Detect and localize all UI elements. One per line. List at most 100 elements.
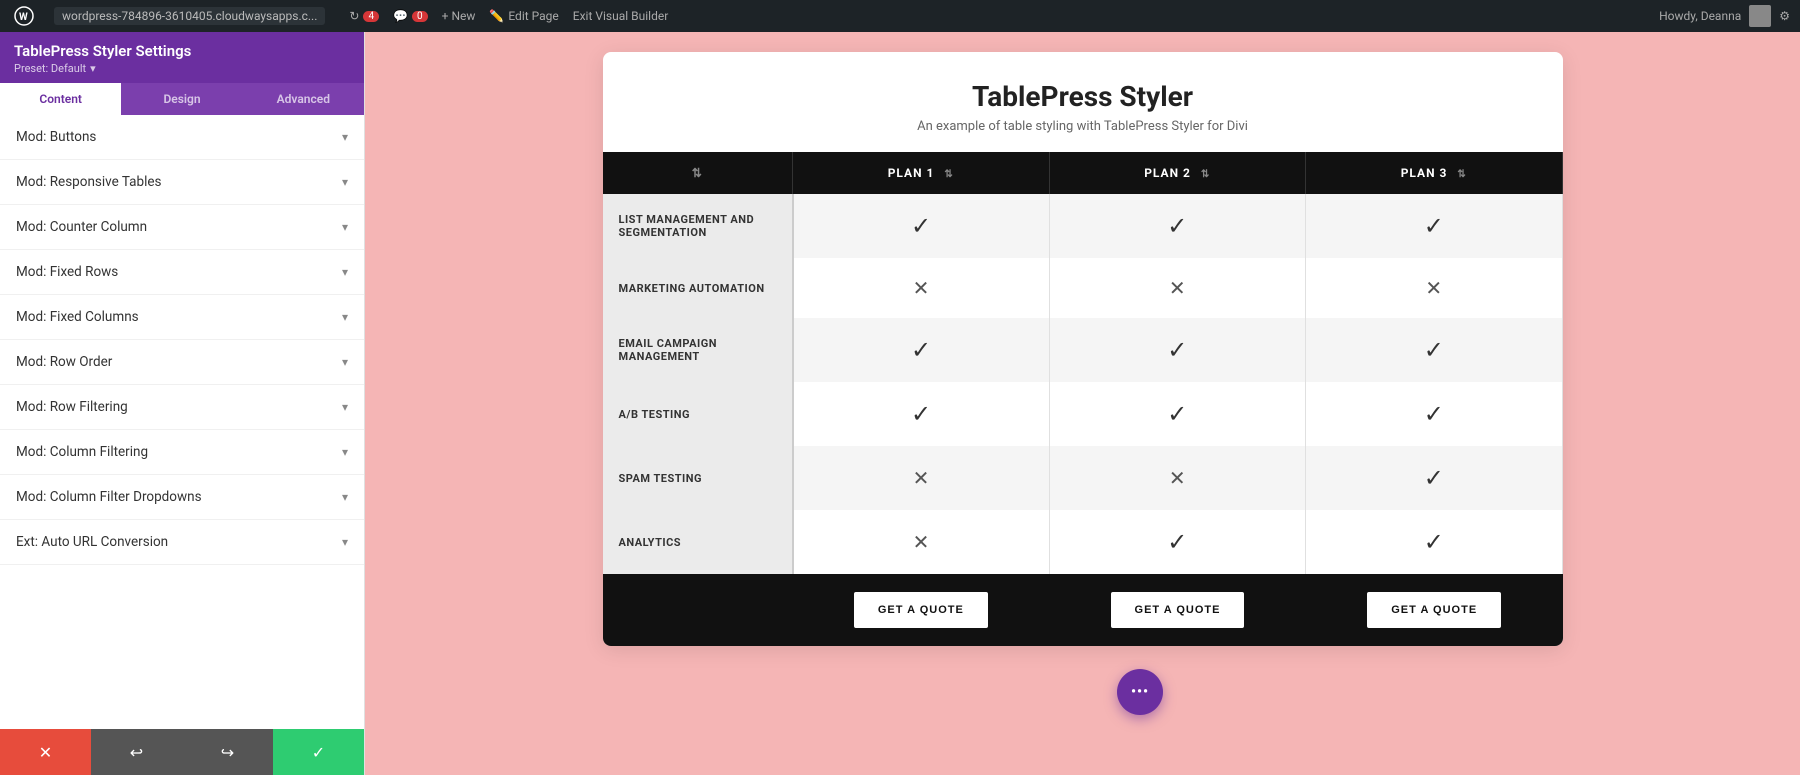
cancel-button[interactable]: ✕ [0,729,91,775]
tab-advanced[interactable]: Advanced [243,83,364,115]
check-icon: ✓ [911,336,931,364]
chevron-down-icon: ▾ [342,355,348,369]
tab-content[interactable]: Content [0,83,121,115]
plan2-cell: ✓ [1049,318,1306,382]
top-bar-actions: ↻ 4 💬 0 + New ✏️ Edit Page Exit Visual B… [349,9,668,23]
sort-icon: ⇅ [692,166,703,180]
sidebar-preset[interactable]: Preset: Default ▾ [14,62,350,75]
sort-icon: ⇅ [1457,169,1466,180]
undo-button[interactable]: ↩ [91,729,182,775]
sidebar-tabs: Content Design Advanced [0,83,364,115]
chevron-down-icon: ▾ [342,265,348,279]
col-header-plan3[interactable]: PLAN 3 ⇅ [1306,152,1563,194]
sidebar-footer: ✕ ↩ ↪ ✓ [0,729,364,775]
new-button[interactable]: + New [442,9,476,23]
col-header-feature[interactable]: ⇅ [603,152,793,194]
sidebar-item-auto-url-conversion[interactable]: Ext: Auto URL Conversion ▾ [0,520,364,565]
cross-icon: ✕ [913,530,930,554]
sidebar-item-label: Mod: Responsive Tables [16,174,162,190]
plan3-cell: ✕ [1306,258,1563,318]
check-icon: ✓ [1424,528,1444,556]
save-icon: ✓ [312,743,325,762]
check-icon: ✓ [1167,336,1187,364]
table-header-row: ⇅ PLAN 1 ⇅ PLAN 2 ⇅ PLAN 3 ⇅ [603,152,1563,194]
table-row: SPAM TESTING✕✕✓ [603,446,1563,510]
table-row: ANALYTICS ✕ ✓ ✓ [603,510,1563,574]
sidebar-title: TablePress Styler Settings [14,42,350,60]
check-icon: ✓ [911,400,931,428]
sidebar-content: Mod: Buttons ▾ Mod: Responsive Tables ▾ … [0,115,364,729]
plan1-cell: ✕ [793,446,1050,510]
edit-page-button[interactable]: ✏️ Edit Page [489,9,558,23]
preset-label: Preset: Default [14,62,86,75]
comment-icon: 💬 [393,9,408,23]
exit-builder-button[interactable]: Exit Visual Builder [573,9,669,23]
site-url[interactable]: wordpress-784896-3610405.cloudwaysapps.c… [54,7,325,25]
check-icon: ✓ [1424,464,1444,492]
table-title: TablePress Styler [623,80,1543,113]
plan3-cell: ✓ [1306,446,1563,510]
sidebar-header: TablePress Styler Settings Preset: Defau… [0,32,364,83]
sidebar-item-fixed-rows[interactable]: Mod: Fixed Rows ▾ [0,250,364,295]
sidebar-item-label: Ext: Auto URL Conversion [16,534,168,550]
plan2-cell: ✓ [1049,510,1306,574]
cross-icon: ✕ [1425,276,1442,300]
content-area: TablePress Styler An example of table st… [365,32,1800,775]
table-card: TablePress Styler An example of table st… [603,52,1563,646]
check-icon: ✓ [1167,400,1187,428]
sidebar-item-buttons[interactable]: Mod: Buttons ▾ [0,115,364,160]
feature-cell: ANALYTICS [603,510,793,574]
plan2-cell: ✓ [1049,194,1306,258]
table-footer-plan2: GET A QUOTE [1049,574,1306,646]
table-footer-plan1: GET A QUOTE [793,574,1050,646]
fab-button[interactable]: ••• [1117,669,1163,715]
sidebar-item-label: Mod: Buttons [16,129,96,145]
plan1-cell: ✕ [793,258,1050,318]
get-quote-plan3-button[interactable]: GET A QUOTE [1367,592,1501,628]
comments-button[interactable]: 💬 0 [393,9,428,23]
refresh-count: 4 [363,11,379,22]
wp-logo-icon[interactable]: W [10,6,38,26]
url-text: wordpress-784896-3610405.cloudwaysapps.c… [62,9,317,23]
top-bar-right: Howdy, Deanna ⚙ [1659,5,1790,27]
cross-icon: ✕ [1169,276,1186,300]
sidebar-item-responsive-tables[interactable]: Mod: Responsive Tables ▾ [0,160,364,205]
edit-icon: ✏️ [489,9,504,23]
cross-icon: ✕ [1169,466,1186,490]
sidebar-item-label: Mod: Fixed Rows [16,264,118,280]
col-header-plan2[interactable]: PLAN 2 ⇅ [1049,152,1306,194]
screen-options-icon[interactable]: ⚙ [1779,9,1790,23]
get-quote-plan2-button[interactable]: GET A QUOTE [1111,592,1245,628]
cross-icon: ✕ [913,276,930,300]
feature-cell: EMAIL CAMPAIGN MANAGEMENT [603,318,793,382]
avatar[interactable] [1749,5,1771,27]
table-row: LIST MANAGEMENT AND SEGMENTATION✓✓✓ [603,194,1563,258]
col-header-plan1[interactable]: PLAN 1 ⇅ [793,152,1050,194]
redo-icon: ↪ [221,743,234,762]
plan1-cell: ✕ [793,510,1050,574]
plan3-cell: ✓ [1306,318,1563,382]
redo-button[interactable]: ↪ [182,729,273,775]
sidebar-item-counter-column[interactable]: Mod: Counter Column ▾ [0,205,364,250]
get-quote-plan1-button[interactable]: GET A QUOTE [854,592,988,628]
sidebar-item-fixed-columns[interactable]: Mod: Fixed Columns ▾ [0,295,364,340]
sidebar-item-column-filter-dropdowns[interactable]: Mod: Column Filter Dropdowns ▾ [0,475,364,520]
save-button[interactable]: ✓ [273,729,364,775]
plan2-cell: ✕ [1049,258,1306,318]
check-icon: ✓ [1167,528,1187,556]
plan1-cell: ✓ [793,318,1050,382]
sidebar-item-row-order[interactable]: Mod: Row Order ▾ [0,340,364,385]
tab-design[interactable]: Design [121,83,242,115]
sort-icon: ⇅ [1201,169,1210,180]
table-row: A/B TESTING✓✓✓ [603,382,1563,446]
sidebar-item-row-filtering[interactable]: Mod: Row Filtering ▾ [0,385,364,430]
new-label: + New [442,9,476,23]
sidebar-item-column-filtering[interactable]: Mod: Column Filtering ▾ [0,430,364,475]
check-icon: ✓ [1424,212,1444,240]
check-icon: ✓ [911,212,931,240]
chevron-down-icon: ▾ [342,490,348,504]
table-row: MARKETING AUTOMATION✕✕✕ [603,258,1563,318]
table-row: EMAIL CAMPAIGN MANAGEMENT ✓ ✓ ✓ [603,318,1563,382]
refresh-button[interactable]: ↻ 4 [349,9,379,23]
feature-cell: SPAM TESTING [603,446,793,510]
